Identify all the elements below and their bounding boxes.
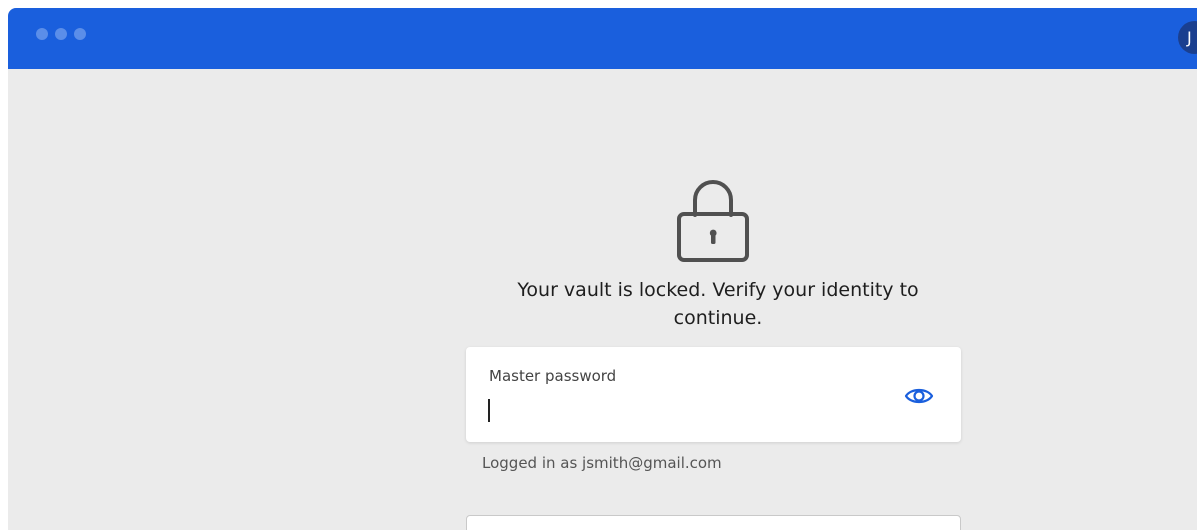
logged-in-as-text: Logged in as jsmith@gmail.com — [482, 454, 722, 472]
maximize-dot[interactable] — [74, 28, 86, 40]
master-password-card: Master password — [466, 347, 961, 442]
app-window: J Your vault is locked. Verify your iden… — [8, 8, 1197, 530]
secondary-field[interactable] — [466, 515, 961, 530]
title-bar: J — [8, 8, 1197, 69]
account-avatar[interactable]: J — [1178, 21, 1197, 54]
toggle-password-visibility-button[interactable] — [904, 383, 934, 409]
vault-locked-message: Your vault is locked. Verify your identi… — [517, 279, 919, 329]
master-password-input[interactable] — [488, 396, 888, 422]
minimize-dot[interactable] — [55, 28, 67, 40]
window-controls — [36, 28, 86, 40]
master-password-label: Master password — [489, 367, 617, 385]
text-caret — [488, 399, 490, 422]
eye-icon — [904, 388, 934, 404]
close-dot[interactable] — [36, 28, 48, 40]
lock-icon — [677, 180, 749, 262]
